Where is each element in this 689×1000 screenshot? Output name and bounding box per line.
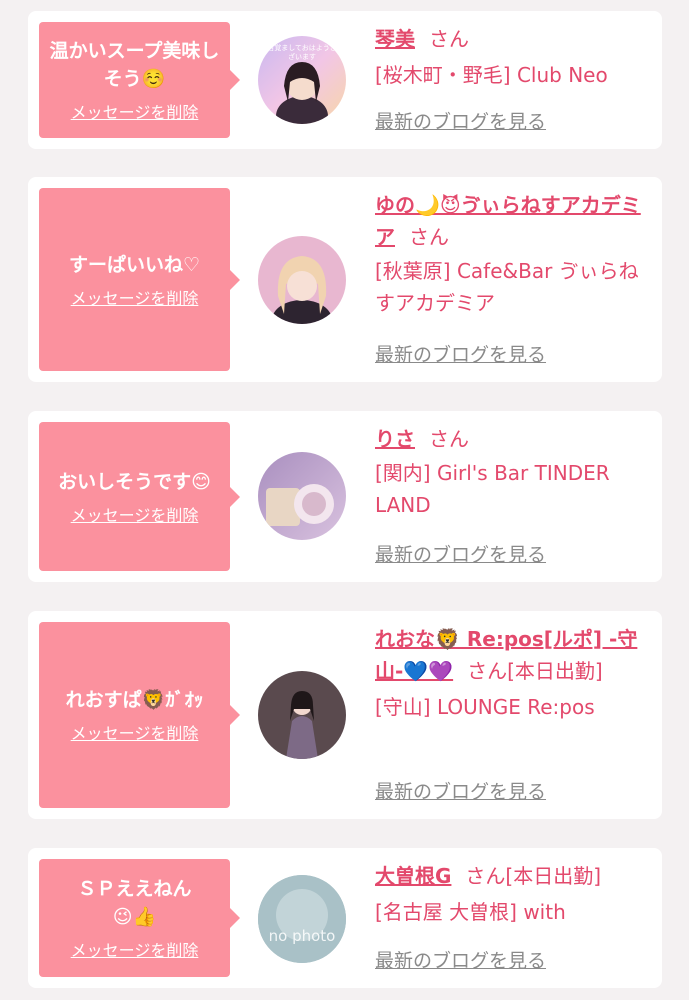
cast-info: りさ さん [関内] Girl's Bar TINDER LAND	[375, 423, 645, 521]
message-bubble: すーぱいいね♡ メッセージを削除	[39, 188, 240, 371]
honorific: さん	[409, 225, 449, 249]
shop-name: [秋葉原] Cafe&Bar ゔぃらねすアカデミア	[375, 259, 639, 315]
cast-info: 大曽根G さん[本日出勤] [名古屋 大曽根] with	[375, 860, 645, 928]
delete-message-link[interactable]: メッセージを削除	[71, 285, 199, 309]
cast-info: れおな🦁 Re:pos[ルポ] -守山-💙💜 さん[本日出勤] [守山] LOUN…	[375, 623, 645, 723]
latest-blog-link[interactable]: 最新のブログを見る	[375, 778, 546, 806]
cast-name-link[interactable]: 琴美	[375, 27, 415, 51]
message-text: れおすぱ🦁ｶﾞｵｯ	[65, 689, 204, 711]
message-card: れおすぱ🦁ｶﾞｵｯ メッセージを削除 れおな🦁 Re:pos[ルポ] -守山-💙…	[28, 611, 662, 819]
delete-message-link[interactable]: メッセージを削除	[71, 502, 199, 526]
avatar-caption: 目覚ましておはようございます	[267, 44, 337, 61]
cast-name-link[interactable]: 大曽根G	[375, 864, 451, 888]
message-text: すーぱいいね♡	[68, 253, 201, 276]
honorific: さん[本日出勤]	[467, 659, 603, 683]
shop-name: [名古屋 大曽根] with	[375, 900, 566, 924]
latest-blog-link[interactable]: 最新のブログを見る	[375, 947, 546, 975]
cast-info: 琴美 さん [桜木町・野毛] Club Neo	[375, 23, 645, 91]
delete-message-link[interactable]: メッセージを削除	[71, 720, 199, 744]
honorific: さん[本日出勤]	[465, 864, 602, 888]
shop-name: [桜木町・野毛] Club Neo	[375, 63, 608, 87]
honorific: さん	[429, 27, 469, 51]
message-bubble: ＳＰええねん😉👍 メッセージを削除	[39, 859, 240, 977]
message-card: おいしそうです😊 メッセージを削除 りさ さん [関内] Girl's Bar T…	[28, 411, 662, 582]
avatar[interactable]: 目覚ましておはようございます	[258, 36, 346, 124]
message-card: 温かいスープ美味しそう☺️ メッセージを削除 目覚ましておはようございます 琴美…	[28, 11, 662, 149]
latest-blog-link[interactable]: 最新のブログを見る	[375, 341, 546, 369]
delete-message-link[interactable]: メッセージを削除	[71, 937, 199, 961]
shop-name: [守山] LOUNGE Re:pos	[375, 695, 595, 719]
shop-name: [関内] Girl's Bar TINDER LAND	[375, 461, 610, 517]
message-bubble: 温かいスープ美味しそう☺️ メッセージを削除	[39, 22, 240, 138]
avatar[interactable]: no photo	[258, 875, 346, 963]
message-text: おいしそうです😊	[58, 470, 211, 493]
no-photo-label: no photo	[268, 927, 336, 945]
cast-info: ゆの🌙😈ゔぃらねすアカデミア さん [秋葉原] Cafe&Bar ゔぃらねすアカデ…	[375, 189, 645, 319]
message-bubble: れおすぱ🦁ｶﾞｵｯ メッセージを削除	[39, 622, 240, 808]
delete-message-link[interactable]: メッセージを削除	[71, 99, 199, 123]
avatar[interactable]	[258, 236, 346, 324]
avatar[interactable]	[258, 671, 346, 759]
message-text: 温かいスープ美味しそう☺️	[49, 40, 220, 90]
message-bubble: おいしそうです😊 メッセージを削除	[39, 422, 240, 571]
honorific: さん	[429, 427, 469, 451]
message-text: ＳＰええねん😉👍	[77, 878, 192, 928]
latest-blog-link[interactable]: 最新のブログを見る	[375, 541, 546, 569]
avatar[interactable]	[258, 452, 346, 540]
message-card: すーぱいいね♡ メッセージを削除 ゆの🌙😈ゔぃらねすアカデミア さん [秋葉原] …	[28, 177, 662, 382]
latest-blog-link[interactable]: 最新のブログを見る	[375, 108, 546, 136]
cast-name-link[interactable]: りさ	[375, 427, 415, 451]
message-card: ＳＰええねん😉👍 メッセージを削除 no photo 大曽根G さん[本日出勤] …	[28, 848, 662, 988]
